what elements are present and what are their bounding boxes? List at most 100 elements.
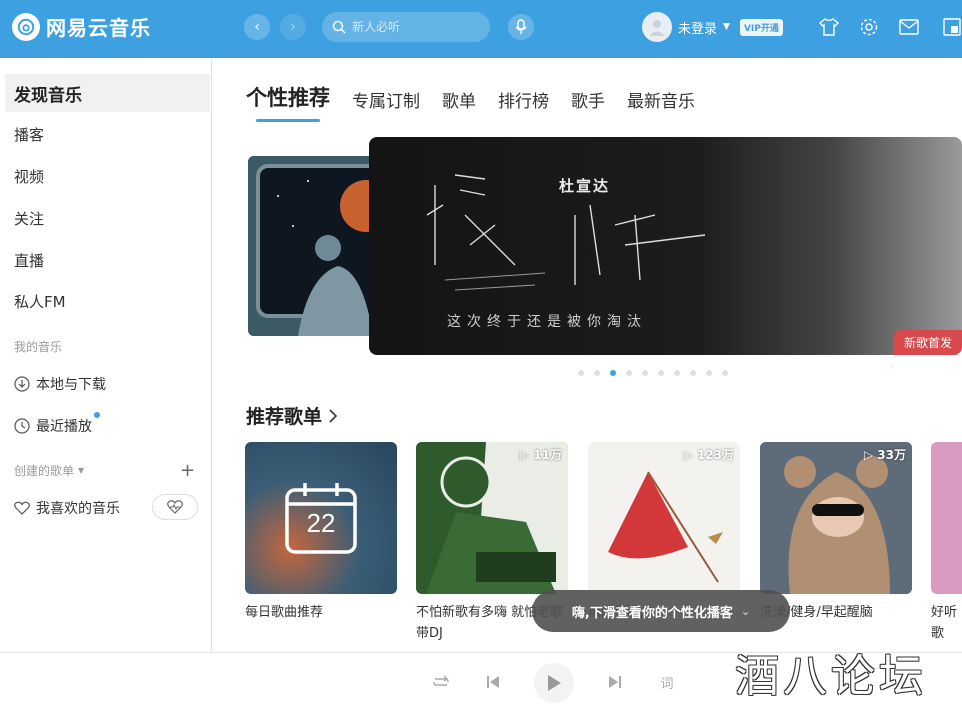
mini-mode-button[interactable] bbox=[942, 16, 962, 38]
banner-illustration-image bbox=[248, 156, 378, 336]
tab-artists[interactable]: 歌手 bbox=[571, 87, 605, 112]
playlist-title[interactable]: 每日歌曲推荐 bbox=[245, 602, 397, 644]
netease-logo-icon bbox=[12, 12, 40, 41]
caret-down-icon: ▼ bbox=[78, 466, 85, 475]
playlist-title[interactable]: 好听歌 bbox=[931, 602, 962, 644]
mail-icon bbox=[899, 19, 919, 35]
sidebar-item-follow[interactable]: 关注 bbox=[5, 199, 210, 237]
mini-player-icon bbox=[943, 18, 961, 36]
section-title: 推荐歌单 bbox=[246, 406, 323, 428]
microphone-icon bbox=[515, 19, 527, 34]
created-playlists-heading[interactable]: 创建的歌单 ▼ bbox=[14, 462, 84, 479]
banner-dot[interactable] bbox=[706, 370, 712, 376]
search-input[interactable] bbox=[352, 20, 472, 34]
banner-tagline: 这次终于还是被你淘汰 bbox=[447, 314, 647, 330]
avatar[interactable] bbox=[642, 12, 672, 42]
search-icon bbox=[332, 20, 346, 34]
loop-icon bbox=[433, 675, 449, 686]
recommended-playlists-heading[interactable]: 推荐歌单 bbox=[246, 402, 338, 429]
banner-dot[interactable] bbox=[642, 370, 648, 376]
created-playlists-label: 创建的歌单 bbox=[14, 464, 75, 478]
banner-pagination bbox=[578, 370, 728, 376]
calendar-day: 22 bbox=[306, 508, 336, 538]
caret-down-icon[interactable]: ▼ bbox=[723, 22, 730, 32]
play-count: ▷ 33万 bbox=[863, 448, 906, 462]
sidebar-item-label: 本地与下载 bbox=[36, 377, 106, 393]
next-track-button[interactable] bbox=[604, 671, 626, 693]
sidebar: 发现音乐 播客 视频 关注 直播 私人FM 我的音乐 本地与下载 最近播放 创建… bbox=[0, 58, 212, 652]
sidebar-item-podcast[interactable]: 播客 bbox=[5, 115, 210, 153]
app-title: 网易云音乐 bbox=[46, 16, 151, 40]
loop-button[interactable] bbox=[430, 671, 452, 693]
sidebar-item-fm[interactable]: 私人FM bbox=[5, 282, 210, 320]
banner-dot[interactable] bbox=[658, 370, 664, 376]
play-count-value: 123万 bbox=[696, 448, 734, 462]
playlist-cover[interactable]: 22 bbox=[245, 442, 397, 594]
banner-dot[interactable] bbox=[626, 370, 632, 376]
play-icon bbox=[548, 675, 561, 691]
banner-dot[interactable] bbox=[674, 370, 680, 376]
banner-dot[interactable] bbox=[722, 370, 728, 376]
heartbeat-mode-button[interactable] bbox=[152, 494, 198, 520]
sidebar-item-recent[interactable]: 最近播放 bbox=[14, 412, 100, 436]
login-status[interactable]: 未登录 bbox=[678, 18, 717, 37]
playlist-cover-image bbox=[416, 442, 568, 594]
play-count: ▷ 11万 bbox=[519, 448, 562, 462]
playlist-cover[interactable]: ▷ 123万 bbox=[588, 442, 740, 594]
gear-icon bbox=[860, 18, 878, 36]
lyrics-button[interactable]: 词 bbox=[656, 671, 678, 693]
skin-button[interactable] bbox=[818, 16, 840, 38]
play-count-value: 11万 bbox=[533, 448, 562, 462]
playlist-cover[interactable]: ▷ 11万 bbox=[416, 442, 568, 594]
banner-badge: 新歌首发 bbox=[893, 330, 962, 355]
my-music-heading: 我的音乐 bbox=[14, 340, 63, 354]
messages-button[interactable] bbox=[898, 16, 920, 38]
tab-personal-recommend[interactable]: 个性推荐 bbox=[246, 82, 330, 122]
back-button[interactable]: ‹ bbox=[244, 14, 270, 40]
settings-button[interactable] bbox=[858, 16, 880, 38]
forward-button[interactable]: › bbox=[280, 14, 306, 40]
tab-playlists[interactable]: 歌单 bbox=[442, 87, 476, 112]
top-bar: 网易云音乐 ‹ › 未登录 ▼ VIP开通 bbox=[0, 0, 962, 58]
banner-current-slide[interactable]: 杜宣达 这次终于还是被你淘汰 新歌首发 bbox=[369, 137, 962, 355]
banner-dot-active[interactable] bbox=[610, 370, 616, 376]
double-chevron-down-icon: ⌄ bbox=[740, 604, 751, 618]
previous-icon bbox=[487, 676, 499, 688]
banner-dot[interactable] bbox=[578, 370, 584, 376]
banner-previous-slide[interactable] bbox=[248, 156, 378, 336]
play-button[interactable] bbox=[534, 663, 574, 703]
user-menu[interactable]: 未登录 ▼ VIP开通 bbox=[642, 12, 783, 42]
forum-watermark: 酒八论坛 bbox=[735, 651, 927, 702]
tab-exclusive[interactable]: 专属订制 bbox=[352, 87, 420, 112]
tab-new-music[interactable]: 最新音乐 bbox=[627, 87, 695, 112]
sidebar-item-video[interactable]: 视频 bbox=[5, 157, 210, 195]
tab-charts[interactable]: 排行榜 bbox=[498, 87, 549, 112]
main-tabs: 个性推荐 专属订制 歌单 排行榜 歌手 最新音乐 bbox=[246, 82, 695, 122]
play-count: ▷ 123万 bbox=[683, 448, 734, 462]
new-dot-badge bbox=[94, 412, 100, 418]
clock-icon bbox=[14, 418, 30, 434]
banner-dot[interactable] bbox=[594, 370, 600, 376]
sidebar-item-label: 我喜欢的音乐 bbox=[36, 501, 120, 517]
podcast-scroll-toast[interactable]: 嗨,下滑查看你的个性化播客 ⌄ bbox=[532, 590, 790, 632]
playlist-cover-image bbox=[760, 442, 912, 594]
previous-track-button[interactable] bbox=[482, 671, 504, 693]
playlist-card-daily[interactable]: 22 每日歌曲推荐 bbox=[245, 442, 397, 644]
playlist-cover[interactable]: ▷ 33万 bbox=[760, 442, 912, 594]
banner-artist: 杜宣达 bbox=[559, 177, 611, 195]
banner-dot[interactable] bbox=[690, 370, 696, 376]
app-logo[interactable]: 网易云音乐 bbox=[12, 12, 151, 41]
sidebar-item-discover[interactable]: 发现音乐 bbox=[5, 74, 210, 112]
recent-label: 最近播放 bbox=[36, 419, 92, 435]
voice-search-button[interactable] bbox=[508, 14, 534, 40]
add-playlist-button[interactable]: + bbox=[180, 460, 195, 481]
vip-badge[interactable]: VIP开通 bbox=[739, 18, 783, 36]
playlist-card-partial[interactable]: 好听歌 bbox=[931, 442, 962, 644]
sidebar-item-local-download[interactable]: 本地与下载 bbox=[14, 374, 106, 394]
playlist-cover[interactable] bbox=[931, 442, 962, 594]
sidebar-item-live[interactable]: 直播 bbox=[5, 241, 210, 279]
search-box[interactable] bbox=[322, 12, 490, 42]
play-count-value: 33万 bbox=[877, 448, 906, 462]
sidebar-item-liked-music[interactable]: 我喜欢的音乐 bbox=[14, 498, 120, 518]
tshirt-icon bbox=[819, 18, 839, 36]
